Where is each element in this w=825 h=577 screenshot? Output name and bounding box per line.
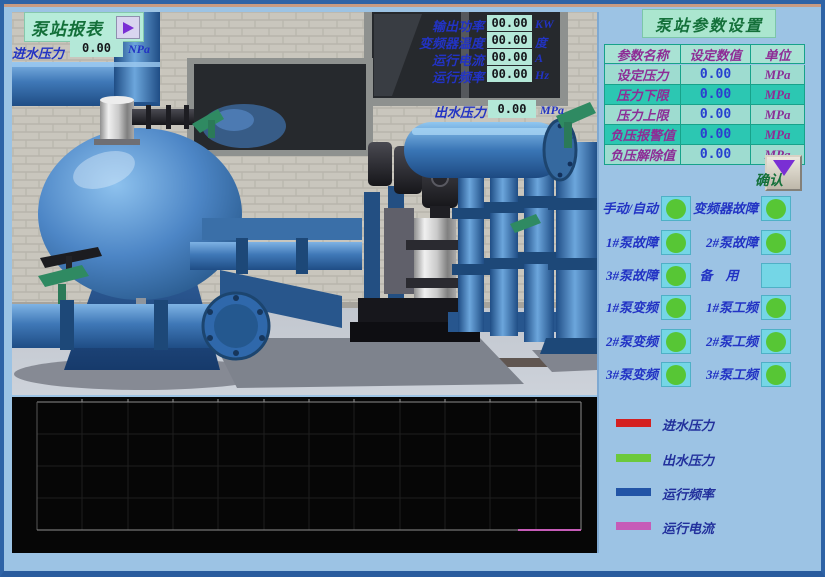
confirm-triangle-icon: [773, 160, 795, 176]
indicator-label-vfd-fault: 变频器故障: [680, 196, 758, 221]
param-name: 负压报警值: [605, 125, 681, 145]
top-accent-strip: [4, 4, 821, 7]
run-frequency-value: 00.00: [487, 66, 532, 82]
indicator-label-spare: 备 用: [680, 263, 758, 288]
indicator-label-pump1-vfd: 1#泵变频: [594, 295, 658, 320]
legend-label-inlet-pressure: 进水压力: [662, 415, 714, 434]
run-frequency-label: 运行频率: [400, 67, 484, 86]
run-current-unit: A: [535, 51, 543, 66]
param-unit: MPa: [751, 105, 805, 125]
param-value-input[interactable]: 0.00: [681, 145, 751, 165]
params-table: 参数名称 设定数值 单位 设定压力 0.00 MPa 压力下限 0.00 MPa…: [604, 44, 805, 165]
param-name: 压力下限: [605, 85, 681, 105]
indicator-lamp-pump2-fault: [761, 230, 791, 255]
legend-label-run-current: 运行电流: [662, 518, 714, 537]
legend-swatch-run-frequency: [616, 488, 651, 496]
indicator-lamp-spare: [761, 263, 791, 288]
legend-swatch-inlet-pressure: [616, 419, 651, 427]
param-name: 负压解除值: [605, 145, 681, 165]
report-button[interactable]: 泵站报表: [24, 12, 144, 42]
pump-station-hmi-screen: 泵站报表 进水压力 0.00 NPa 输出功率 00.00 KW 变频器温度 0…: [0, 0, 825, 577]
legend-swatch-outlet-pressure: [616, 454, 651, 462]
inlet-pressure-unit: NPa: [128, 42, 150, 57]
param-value-input[interactable]: 0.00: [681, 105, 751, 125]
col-header-value: 设定数值: [681, 45, 751, 64]
indicator-lamp-vfd-fault: [761, 196, 791, 221]
indicator-label-pump2-fault: 2#泵故障: [680, 230, 758, 255]
col-header-unit: 单位: [751, 45, 805, 64]
report-button-label: 泵站报表: [25, 15, 103, 40]
indicator-label-pump1-mains: 1#泵工频: [680, 295, 758, 320]
play-icon[interactable]: [116, 16, 140, 39]
indicator-label-manual-auto: 手动/自动: [594, 196, 658, 221]
indicator-label-pump3-fault: 3#泵故障: [594, 263, 658, 288]
param-unit: MPa: [751, 85, 805, 105]
confirm-button[interactable]: [765, 155, 802, 191]
indicator-lamp-pump3-mains: [761, 362, 791, 387]
legend-label-outlet-pressure: 出水压力: [662, 450, 714, 469]
param-unit: MPa: [751, 65, 805, 85]
param-value-input[interactable]: 0.00: [681, 125, 751, 145]
param-name: 压力上限: [605, 105, 681, 125]
legend-swatch-run-current: [616, 522, 651, 530]
indicator-label-pump2-mains: 2#泵工频: [680, 329, 758, 354]
params-panel-title: 泵站参数设置: [642, 9, 776, 38]
trend-chart: [12, 397, 597, 553]
inverter-temp-unit: 度: [535, 34, 547, 51]
outlet-pressure-value: 0.00: [488, 100, 536, 118]
run-frequency-unit: Hz: [535, 68, 549, 83]
param-value-input[interactable]: 0.00: [681, 65, 751, 85]
indicator-label-pump3-vfd: 3#泵变频: [594, 362, 658, 387]
param-name: 设定压力: [605, 65, 681, 85]
window-lower: [187, 58, 373, 156]
indicator-label-pump1-fault: 1#泵故障: [594, 230, 658, 255]
run-current-value: 00.00: [487, 49, 532, 65]
inlet-pressure-value: 0.00: [70, 40, 123, 57]
indicator-label-pump3-mains: 3#泵工频: [680, 362, 758, 387]
outlet-pressure-label: 出水压力: [402, 102, 486, 121]
param-value-input[interactable]: 0.00: [681, 85, 751, 105]
param-unit: MPa: [751, 125, 805, 145]
discharge-risers: [448, 150, 570, 342]
indicator-label-pump2-vfd: 2#泵变频: [594, 329, 658, 354]
outlet-pressure-unit: MPa: [540, 103, 564, 118]
output-power-unit: KW: [535, 17, 554, 32]
indicator-lamp-pump2-mains: [761, 329, 791, 354]
inverter-temp-value: 00.00: [487, 32, 532, 48]
output-power-value: 00.00: [487, 15, 532, 31]
inlet-pressure-label: 进水压力: [12, 43, 64, 62]
legend-label-run-frequency: 运行频率: [662, 484, 714, 503]
col-header-name: 参数名称: [605, 45, 681, 64]
indicator-lamp-pump1-mains: [761, 295, 791, 320]
